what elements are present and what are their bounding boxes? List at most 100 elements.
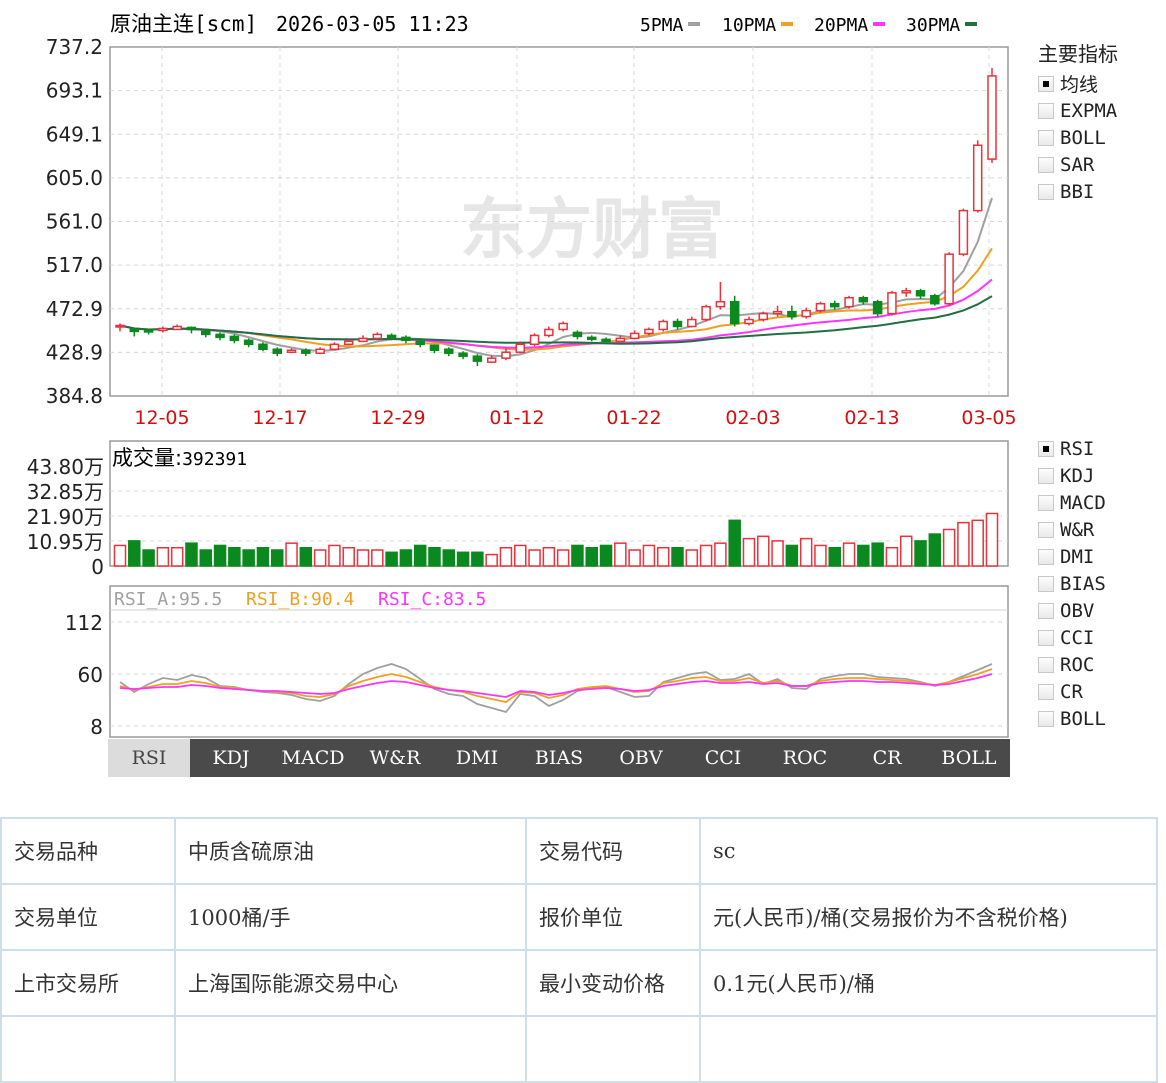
candle-body (272, 348, 282, 354)
indicator-option-label: BOLL (1060, 126, 1106, 149)
indicator-checkbox[interactable] (1038, 710, 1054, 727)
indicator-checkbox[interactable] (1038, 75, 1054, 92)
spec-key: 交易品种 (0, 817, 176, 885)
spec-key: 报价单位 (525, 883, 701, 951)
candle-body (558, 322, 568, 331)
main-y-tick: 649.1 (46, 122, 103, 146)
volume-bar (528, 549, 541, 567)
tab-bias[interactable]: BIAS (518, 739, 600, 777)
volume-bar (656, 546, 670, 567)
candle-body (801, 309, 811, 318)
indicator-option-kdj[interactable]: KDJ (1038, 462, 1106, 489)
volume-y-tick: 0 (91, 555, 104, 579)
indicator-option-[interactable]: 均线 (1038, 70, 1117, 97)
indicator-option-bias[interactable]: BIAS (1038, 570, 1106, 597)
spec-key: 最小变动价格 (525, 949, 701, 1017)
indicator-checkbox[interactable] (1038, 156, 1054, 173)
indicator-option-boll[interactable]: BOLL (1038, 124, 1117, 151)
main-x-tick: 01-12 (489, 407, 544, 429)
candle-body (544, 328, 554, 337)
candle-body (401, 336, 411, 342)
indicator-option-bbi[interactable]: BBI (1038, 178, 1117, 205)
candle-body (729, 300, 740, 325)
volume-bar (728, 519, 741, 567)
indicator-option-label: OBV (1060, 599, 1095, 622)
volume-bar (971, 519, 984, 567)
indicator-option-cci[interactable]: CCI (1038, 624, 1106, 651)
tab-boll[interactable]: BOLL (928, 739, 1010, 777)
indicator-checkbox[interactable] (1038, 129, 1054, 146)
spec-key: 交易单位 (0, 883, 176, 951)
indicator-option-macd[interactable]: MACD (1038, 489, 1106, 516)
main-x-tick: 01-22 (606, 407, 661, 429)
tab-cci[interactable]: CCI (682, 739, 764, 777)
indicator-checkbox[interactable] (1038, 575, 1054, 592)
candle-body (901, 290, 911, 294)
indicator-checkbox[interactable] (1038, 440, 1054, 457)
indicator-option-rsi[interactable]: RSI (1038, 435, 1106, 462)
tab-dmi[interactable]: DMI (436, 739, 518, 777)
indicator-option-boll[interactable]: BOLL (1038, 705, 1106, 732)
indicator-option-sar[interactable]: SAR (1038, 151, 1117, 178)
indicator-option-label: 均线 (1060, 74, 1099, 96)
rsi-y-tick: 60 (78, 663, 103, 687)
tab-roc[interactable]: ROC (764, 739, 846, 777)
indicator-option-roc[interactable]: ROC (1038, 651, 1106, 678)
tab-macd[interactable]: MACD (272, 739, 354, 777)
indicator-checkbox[interactable] (1038, 102, 1054, 119)
volume-bar (399, 549, 413, 567)
indicator-checkbox[interactable] (1038, 602, 1054, 619)
candle-body (115, 324, 125, 328)
volume-y-tick: 21.90万 (27, 505, 104, 529)
spec-value: 上海国际能源交易中心 (174, 949, 527, 1017)
candle-body (930, 295, 940, 305)
indicator-checkbox[interactable] (1038, 467, 1054, 484)
indicator-checkbox[interactable] (1038, 656, 1054, 673)
volume-bar (642, 544, 656, 567)
candle-body (372, 333, 383, 340)
volume-bar (842, 542, 856, 567)
indicator-checkbox[interactable] (1038, 494, 1054, 511)
indicator-checkbox[interactable] (1038, 683, 1054, 700)
volume-bar (742, 537, 756, 567)
rsi-y-tick: 112 (65, 611, 103, 635)
volume-bar (942, 528, 956, 567)
indicator-checkbox[interactable] (1038, 629, 1054, 646)
candle-body (301, 349, 311, 354)
indicator-option-obv[interactable]: OBV (1038, 597, 1106, 624)
volume-bar (185, 542, 198, 567)
tab-cr[interactable]: CR (846, 739, 928, 777)
volume-bar (113, 544, 127, 567)
main-x-tick: 03-05 (961, 407, 1016, 429)
indicator-option-expma[interactable]: EXPMA (1038, 97, 1117, 124)
volume-bar (170, 546, 184, 567)
volume-y-axis: 43.80万32.85万21.90万10.95万0 (27, 455, 104, 579)
candle-body (572, 331, 583, 338)
volume-bar (413, 544, 427, 567)
indicator-checkbox[interactable] (1038, 521, 1054, 538)
indicator-option-label: BOLL (1060, 707, 1106, 730)
tab-wr[interactable]: W&R (354, 739, 436, 777)
indicator-option-dmi[interactable]: DMI (1038, 543, 1106, 570)
volume-y-tick: 43.80万 (27, 455, 104, 479)
volume-y-tick: 32.85万 (27, 480, 104, 504)
volume-bar (714, 542, 727, 567)
tab-kdj[interactable]: KDJ (190, 739, 272, 777)
indicator-option-cr[interactable]: CR (1038, 678, 1106, 705)
indicator-option-wr[interactable]: W&R (1038, 516, 1106, 543)
tab-rsi[interactable]: RSI (108, 739, 190, 777)
kline-chart: 原油主连[scm] 2026-03-05 11:23 5PMA 10PMA 20PM… (27, 12, 1017, 739)
candle-body (158, 327, 168, 332)
volume-bar (571, 544, 584, 567)
volume-bar (299, 546, 313, 567)
indicator-checkbox[interactable] (1038, 548, 1054, 565)
candle-body (701, 305, 711, 321)
candle-body (787, 310, 797, 318)
volume-bar (228, 546, 241, 567)
candle-body (186, 326, 197, 331)
main-y-tick: 517.0 (46, 253, 103, 277)
indicator-checkbox[interactable] (1038, 183, 1054, 200)
ma-legend-swatch (688, 22, 700, 26)
rsi-y-tick: 8 (90, 715, 103, 739)
tab-obv[interactable]: OBV (600, 739, 682, 777)
